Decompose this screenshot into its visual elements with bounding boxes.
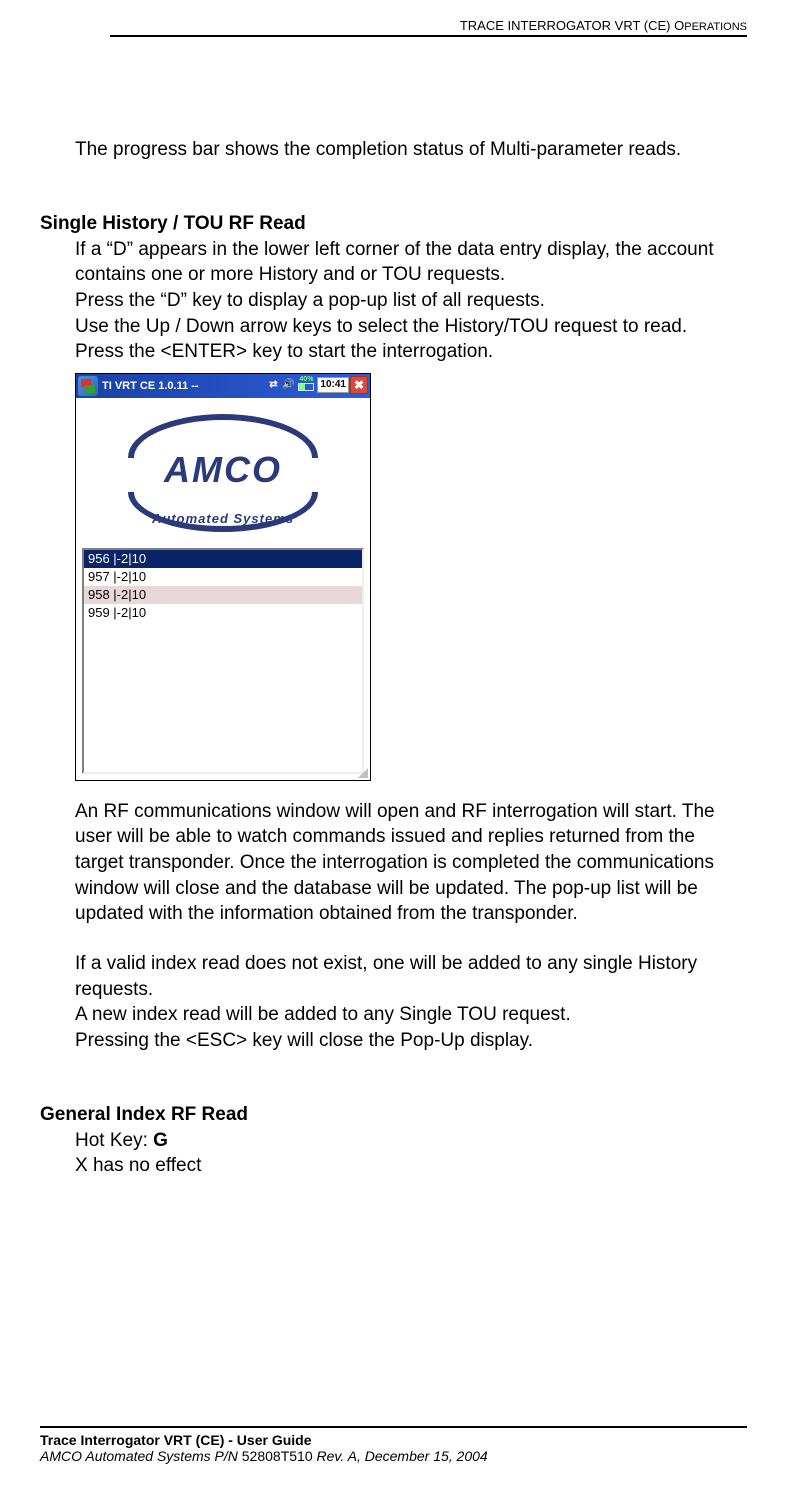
page-footer: Trace Interrogator VRT (CE) - User Guide… bbox=[40, 1426, 747, 1464]
start-menu-icon[interactable] bbox=[78, 376, 98, 396]
logo-area: AMCO Automated Systems bbox=[76, 402, 370, 544]
footer-company: AMCO Automated Systems P/N bbox=[40, 1448, 242, 1464]
battery-percent: 40% bbox=[299, 376, 313, 383]
close-button[interactable]: ✖ bbox=[350, 376, 368, 394]
footer-rule bbox=[40, 1426, 747, 1428]
section1-p2: Press the “D” key to display a pop-up li… bbox=[75, 288, 747, 314]
running-title: TRACE INTERROGATOR VRT (CE) OPERATIONS bbox=[40, 18, 747, 33]
popup-list[interactable]: 956 |-2|10 957 |-2|10 958 |-2|10 959 |-2… bbox=[82, 548, 364, 774]
section1-after2: If a valid index read does not exist, on… bbox=[75, 951, 747, 1002]
section2-p2: X has no effect bbox=[75, 1153, 747, 1179]
footer-rev: Rev. A, December 15, 2004 bbox=[317, 1448, 488, 1464]
screenshot-tray: ⇄ 🔊 40% 10:41 ✖ bbox=[266, 376, 368, 394]
section1-p3: Use the Up / Down arrow keys to select t… bbox=[75, 314, 747, 340]
section1-after3: A new index read will be added to any Si… bbox=[75, 1002, 747, 1028]
section-heading-single-history: Single History / TOU RF Read bbox=[40, 213, 747, 235]
logo-text-main: AMCO bbox=[120, 449, 326, 491]
intro-paragraph: The progress bar shows the completion st… bbox=[75, 137, 747, 163]
section1-after1: An RF communications window will open an… bbox=[75, 799, 747, 927]
battery-indicator: 40% bbox=[296, 376, 316, 394]
section2-hotkey: Hot Key: G bbox=[75, 1128, 747, 1154]
footer-line2: AMCO Automated Systems P/N 52808T510 Rev… bbox=[40, 1448, 747, 1464]
section1-p4: Press the <ENTER> key to start the inter… bbox=[75, 339, 747, 365]
screenshot-body: AMCO Automated Systems 956 |-2|10 957 |-… bbox=[76, 398, 370, 780]
running-title-small: PERATIONS bbox=[684, 21, 747, 33]
section-heading-general-index: General Index RF Read bbox=[40, 1104, 747, 1126]
section1-after4: Pressing the <ESC> key will close the Po… bbox=[75, 1028, 747, 1054]
embedded-screenshot: TI VRT CE 1.0.11 -- ⇄ 🔊 40% 10:41 ✖ bbox=[75, 373, 371, 781]
list-item[interactable]: 957 |-2|10 bbox=[84, 568, 362, 586]
amco-logo: AMCO Automated Systems bbox=[108, 408, 338, 538]
header-rule bbox=[110, 35, 747, 37]
resize-grip-icon[interactable] bbox=[356, 766, 368, 778]
footer-line1: Trace Interrogator VRT (CE) - User Guide bbox=[40, 1432, 747, 1448]
footer-pn: 52808T510 bbox=[242, 1448, 317, 1464]
battery-icon bbox=[298, 383, 314, 391]
logo-text-sub: Automated Systems bbox=[108, 511, 338, 526]
footer-title: Trace Interrogator VRT (CE) - User Guide bbox=[40, 1432, 312, 1448]
speaker-icon[interactable]: 🔊 bbox=[281, 376, 295, 394]
connection-icon[interactable]: ⇄ bbox=[266, 376, 280, 394]
list-item[interactable]: 959 |-2|10 bbox=[84, 604, 362, 622]
section1-p1: If a “D” appears in the lower left corne… bbox=[75, 237, 747, 288]
hotkey-label: Hot Key: bbox=[75, 1130, 153, 1151]
list-item[interactable]: 956 |-2|10 bbox=[84, 550, 362, 568]
hotkey-value: G bbox=[153, 1130, 168, 1151]
clock[interactable]: 10:41 bbox=[317, 377, 349, 393]
screenshot-title: TI VRT CE 1.0.11 -- bbox=[102, 380, 199, 392]
screenshot-titlebar: TI VRT CE 1.0.11 -- ⇄ 🔊 40% 10:41 ✖ bbox=[76, 374, 370, 398]
page-header: TRACE INTERROGATOR VRT (CE) OPERATIONS bbox=[40, 0, 747, 37]
running-title-caps: TRACE INTERROGATOR VRT (CE) O bbox=[460, 18, 684, 33]
list-item[interactable]: 958 |-2|10 bbox=[84, 586, 362, 604]
